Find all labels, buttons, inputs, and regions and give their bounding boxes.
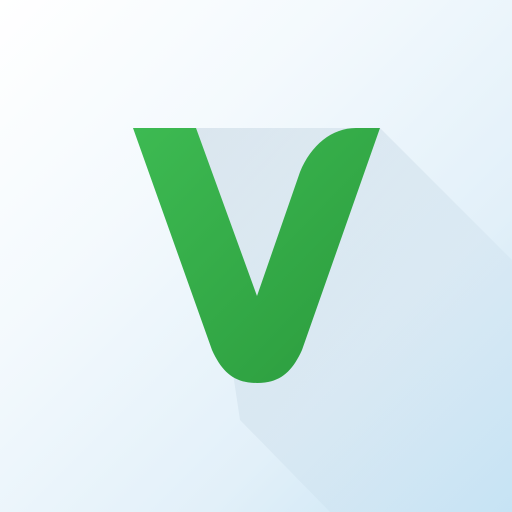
app-icon bbox=[0, 0, 512, 512]
v-logo-icon bbox=[133, 128, 512, 512]
